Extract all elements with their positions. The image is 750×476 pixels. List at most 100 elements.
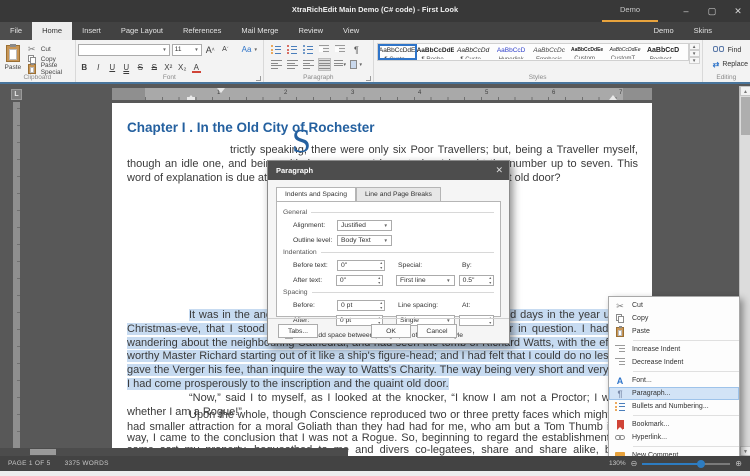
page-indicator[interactable]: PAGE 1 OF 5 [8, 460, 51, 467]
ribbon-tab-mail-merge[interactable]: Mail Merge [231, 22, 288, 40]
style-item-customt[interactable]: AaBbCcDdEe CustomT... [607, 45, 644, 59]
paste-button[interactable]: Paste [2, 42, 24, 72]
style-item-custo[interactable]: AaBbCcDd ¶ Custo... [455, 45, 492, 59]
vertical-scrollbar-thumb[interactable] [741, 97, 750, 135]
dialog-tab-indents-and-spacing[interactable]: Indents and Spacing [276, 187, 356, 202]
font-X₂-button[interactable]: X₂ [176, 60, 189, 74]
ribbon-tab-page-layout[interactable]: Page Layout [111, 22, 173, 40]
decrease-indent-button[interactable] [318, 43, 331, 56]
style-item-hyperlink[interactable]: AaBbCcD Hyperlink [493, 45, 530, 59]
outline-level-combo[interactable]: Body Text ▼ [337, 234, 392, 246]
grow-font-button[interactable]: A ˄ [204, 43, 217, 57]
align-left-button[interactable] [270, 58, 283, 71]
align-center-button[interactable] [286, 58, 299, 71]
menu-item-increaseindent[interactable]: Increase Indent [609, 343, 739, 356]
font-ss-button[interactable]: S [148, 60, 161, 74]
menu-item-paragraph[interactable]: ¶ Paragraph... [609, 387, 739, 400]
style-item-custo[interactable]: AaBbCcDdE ¶ Custo... [377, 44, 417, 60]
zoom-slider-knob[interactable] [697, 459, 706, 468]
shrink-font-button[interactable]: Aˇ [219, 43, 232, 57]
horizontal-scrollbar[interactable] [0, 448, 348, 456]
change-case-button[interactable]: Aa ▼ [242, 45, 261, 54]
left-indent-box[interactable] [187, 97, 195, 100]
maximize-button[interactable]: ▢ [706, 6, 718, 17]
ribbon-tab-review[interactable]: Review [288, 22, 333, 40]
font-u-button[interactable]: U [106, 60, 119, 74]
zoom-out-icon[interactable]: ⊖ [631, 459, 638, 468]
menu-item-bookmark[interactable]: Bookmark... [609, 418, 739, 431]
font-rel-button[interactable]: A [190, 60, 203, 74]
tab-stop-selector[interactable]: L [11, 89, 22, 100]
spacing-before-spin[interactable]: 0 pt ▲ ▼ [337, 299, 385, 311]
replace-button[interactable]: ⇄ Replace [705, 56, 748, 70]
menu-item-decreaseindent[interactable]: Decrease Indent [609, 356, 739, 369]
font-i-button[interactable]: I [92, 60, 105, 74]
ribbon-tab-file[interactable]: File [0, 22, 33, 40]
after-text-spin[interactable]: 0" ▲ ▼ [335, 274, 383, 286]
clipboard-cut-button[interactable]: ✂ Cut [24, 44, 73, 54]
align-right-button[interactable] [302, 58, 315, 71]
ribbon-tab-home[interactable]: Home [32, 22, 73, 40]
menu-item-cut[interactable]: ✂ Cut [609, 299, 739, 312]
minimize-button[interactable]: – [680, 6, 692, 16]
menu-item-bulletsandnumbering[interactable]: Bullets and Numbering... [609, 400, 739, 413]
right-indent-marker[interactable] [609, 95, 617, 100]
font-X²-button[interactable]: X² [162, 60, 175, 74]
menu-item-paste[interactable]: Paste [609, 325, 739, 338]
special-combo[interactable]: First line ▼ [395, 274, 455, 286]
increase-indent-button[interactable] [334, 43, 347, 56]
font-size-combo[interactable]: 11 ▼ [171, 43, 202, 56]
numbering-button[interactable] [286, 43, 299, 56]
style-item-custom[interactable]: AaBbCcDdEe Custom... [569, 45, 606, 59]
dialog-title[interactable]: Paragraph [268, 161, 509, 180]
vertical-ruler[interactable] [13, 102, 20, 456]
vertical-scrollbar[interactable]: ▲ ▼ [739, 86, 750, 456]
alignment-combo[interactable]: Justified ▼ [337, 219, 392, 231]
ribbon-tab-demo[interactable]: Demo [644, 22, 684, 40]
horizontal-ruler[interactable]: 1234567 [112, 88, 652, 100]
titlebar-demo-tab[interactable]: Demo [602, 0, 658, 22]
clipboard-paste-special-button[interactable]: Paste Special [24, 62, 73, 76]
zoom-slider[interactable] [642, 459, 731, 468]
menu-item-hyperlink[interactable]: Hyperlink... [609, 431, 739, 444]
multilevel-list-button[interactable] [302, 43, 315, 56]
font-b-button[interactable]: B [78, 60, 91, 74]
ribbon-tab-insert[interactable]: Insert [72, 22, 111, 40]
dialog-tab-line-and-page-breaks[interactable]: Line and Page Breaks [355, 187, 441, 202]
justify-button[interactable] [317, 58, 331, 71]
gallery-up-icon[interactable]: ▲ [688, 43, 700, 50]
word-count[interactable]: 3375 WORDS [65, 460, 109, 467]
by-spin[interactable]: 0.5" ▲ ▼ [458, 274, 494, 286]
gallery-expand-icon[interactable]: ▼ [688, 57, 700, 64]
font-name-combo[interactable]: ▼ [77, 43, 170, 56]
cancel-button[interactable]: Cancel [417, 324, 457, 338]
before-text-spin[interactable]: 0" ▲ ▼ [337, 259, 385, 271]
ruler-number: 7 [619, 90, 623, 96]
font-uu-button[interactable]: U [120, 60, 133, 74]
first-line-indent-marker[interactable] [217, 88, 225, 93]
style-item-roche[interactable]: AaBbCcDdE ¶ Roche... [417, 45, 454, 59]
menu-item-copy[interactable]: Copy [609, 312, 739, 325]
find-button[interactable]: Find [705, 42, 748, 56]
horizontal-scrollbar-thumb[interactable] [30, 449, 56, 455]
zoom-in-icon[interactable]: ⊕ [735, 459, 742, 468]
close-button[interactable]: ✕ [732, 6, 744, 17]
font-s-button[interactable]: S [134, 60, 147, 74]
ok-button[interactable]: OK [371, 324, 411, 338]
ribbon-tab-skins[interactable]: Skins [684, 22, 722, 40]
menu-item-font[interactable]: A Font... [609, 374, 739, 387]
line-spacing-button[interactable]: ▼ [333, 58, 347, 71]
show-marks-button[interactable]: ¶ [350, 43, 363, 56]
style-item-emphasis[interactable]: AaBbCcDc Emphasis [531, 45, 568, 59]
style-item-rochest[interactable]: AaBbCcD Rochest... [645, 45, 682, 59]
shading-button[interactable]: ▼ [349, 58, 363, 71]
menu-item-newcomment[interactable]: New Comment [609, 449, 739, 456]
gallery-down-icon[interactable]: ▼ [688, 50, 700, 57]
ribbon-tab-view[interactable]: View [333, 22, 369, 40]
dialog-close-icon[interactable]: ✕ [495, 161, 503, 180]
scroll-down-icon[interactable]: ▼ [740, 446, 750, 456]
scroll-up-icon[interactable]: ▲ [740, 86, 750, 96]
tabs-button[interactable]: Tabs... [278, 324, 318, 338]
bullets-button[interactable] [270, 43, 283, 56]
ribbon-tab-references[interactable]: References [173, 22, 231, 40]
